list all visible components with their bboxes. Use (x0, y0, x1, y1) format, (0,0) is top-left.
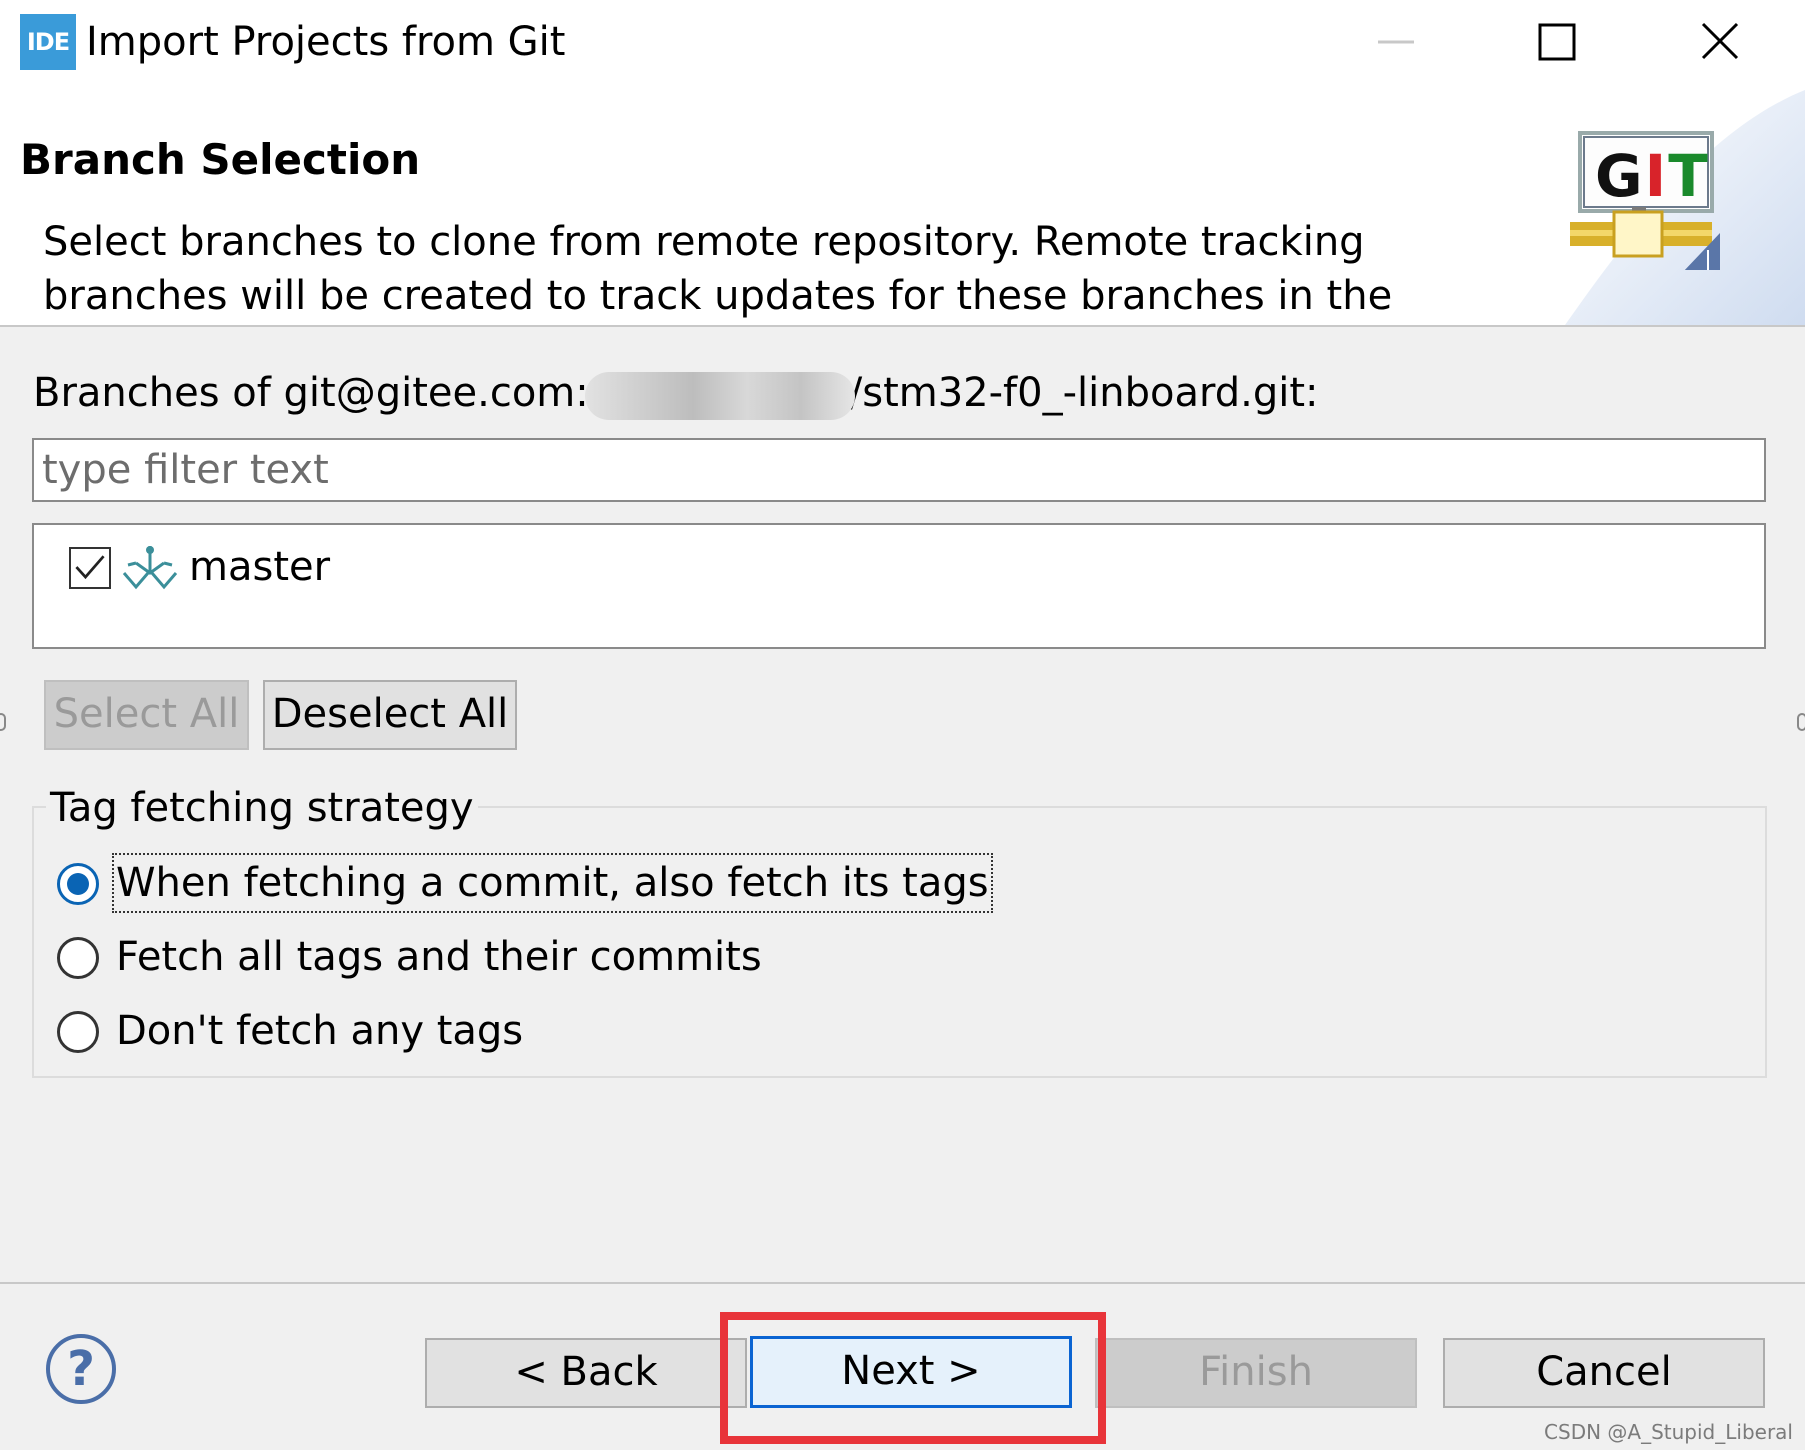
close-icon[interactable] (1681, 12, 1761, 72)
branch-checkbox[interactable] (69, 547, 111, 589)
footer-separator (0, 1282, 1805, 1284)
cancel-button[interactable]: Cancel (1443, 1338, 1765, 1408)
help-icon[interactable]: ? (46, 1334, 116, 1404)
resize-handle-left (0, 713, 6, 731)
branches-label-prefix: Branches of git@gitee.com: (33, 370, 589, 416)
branch-filter-input[interactable] (32, 438, 1766, 502)
window-title: Import Projects from Git (86, 19, 566, 65)
finish-button[interactable]: Finish (1095, 1338, 1417, 1408)
page-heading: Branch Selection (20, 135, 421, 184)
resize-handle-right (1797, 713, 1805, 731)
redacted-username (585, 372, 855, 420)
radio-label-fetch-commit-tags[interactable]: When fetching a commit, also fetch its t… (112, 853, 993, 913)
select-all-button[interactable]: Select All (44, 680, 249, 750)
radio-fetch-all-tags[interactable] (57, 937, 99, 979)
radio-label-fetch-all-tags[interactable]: Fetch all tags and their commits (116, 929, 762, 985)
radio-no-tags[interactable] (57, 1011, 99, 1053)
deselect-all-button[interactable]: Deselect All (263, 680, 517, 750)
annotation-highlight-box (720, 1312, 1106, 1444)
app-icon: IDE (20, 14, 76, 70)
back-button[interactable]: < Back (425, 1338, 747, 1408)
tag-fetching-legend: Tag fetching strategy (46, 780, 478, 836)
radio-label-no-tags[interactable]: Don't fetch any tags (116, 1003, 523, 1059)
maximize-icon[interactable] (1517, 12, 1597, 72)
watermark: CSDN @A_Stupid_Liberal (1544, 1420, 1793, 1444)
git-logo-text: GIT (1595, 142, 1710, 210)
branch-name: master (189, 544, 331, 590)
checkmark-icon (75, 555, 105, 580)
branch-icon (122, 546, 178, 590)
page-description: Select branches to clone from remote rep… (43, 219, 1393, 319)
branches-label-suffix: /stm32-f0_-linboard.git: (848, 370, 1319, 416)
branch-list[interactable]: master (32, 523, 1766, 649)
radio-selected-dot (67, 873, 89, 895)
branch-item-master[interactable]: master (34, 535, 634, 595)
wizard-header: Branch Selection Select branches to clon… (0, 90, 1805, 327)
radio-fetch-commit-tags[interactable] (57, 863, 99, 905)
minimize-icon[interactable] (1356, 12, 1436, 72)
